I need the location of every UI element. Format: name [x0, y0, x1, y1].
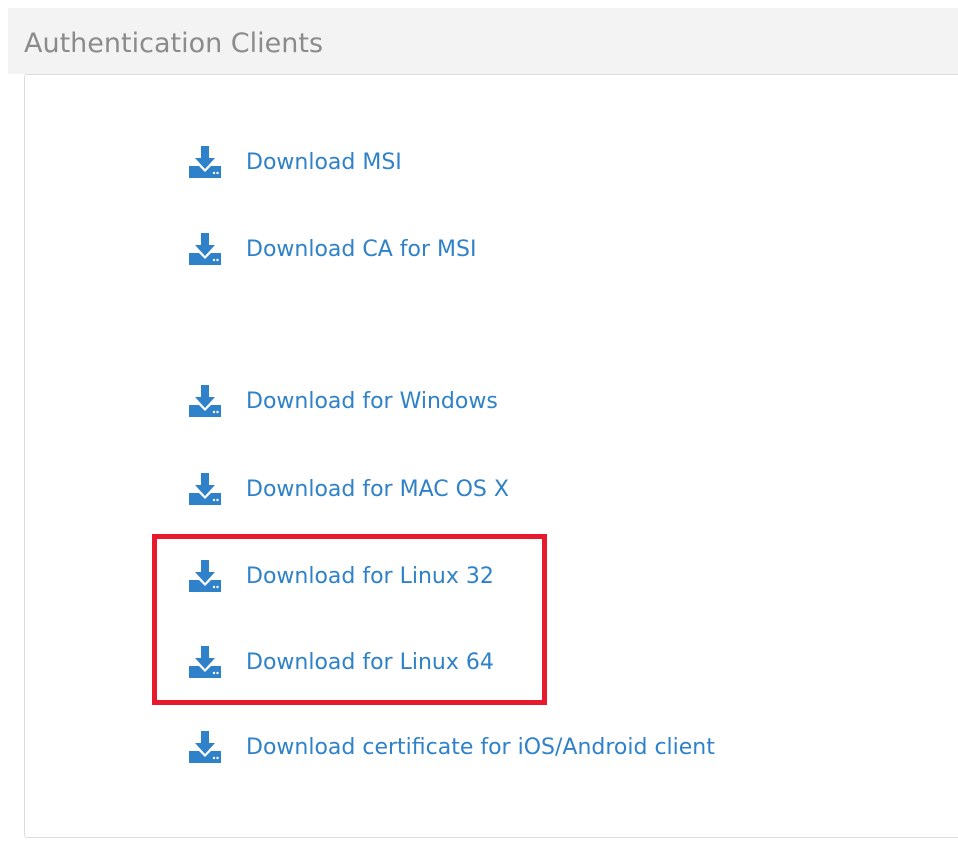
download-ca-for-msi-label: Download CA for MSI — [246, 236, 477, 262]
download-for-windows-label: Download for Windows — [246, 388, 498, 414]
download-icon — [188, 644, 226, 680]
download-icon — [188, 729, 226, 765]
download-icon — [188, 231, 226, 267]
download-for-linux-32-label: Download for Linux 32 — [246, 563, 494, 589]
download-for-linux-32-link[interactable]: Download for Linux 32 — [188, 558, 494, 594]
download-icon — [188, 471, 226, 507]
download-for-linux-64-link[interactable]: Download for Linux 64 — [188, 644, 494, 680]
download-icon — [188, 144, 226, 180]
download-for-mac-os-x-link[interactable]: Download for MAC OS X — [188, 471, 509, 507]
downloads-panel — [24, 74, 958, 838]
section-header: Authentication Clients — [8, 8, 958, 74]
authentication-clients-page: Authentication Clients Download MSI Down… — [0, 0, 958, 842]
download-ca-for-msi-link[interactable]: Download CA for MSI — [188, 231, 476, 267]
download-for-mac-os-x-label: Download for MAC OS X — [246, 476, 509, 502]
download-icon — [188, 383, 226, 419]
download-certificate-ios-android-label: Download certificate for iOS/Android cli… — [246, 734, 715, 760]
section-title: Authentication Clients — [24, 28, 324, 59]
download-msi-label: Download MSI — [246, 149, 402, 175]
download-msi-link[interactable]: Download MSI — [188, 144, 402, 180]
download-for-linux-64-label: Download for Linux 64 — [246, 649, 494, 675]
download-for-windows-link[interactable]: Download for Windows — [188, 383, 498, 419]
download-icon — [188, 558, 226, 594]
download-certificate-ios-android-link[interactable]: Download certificate for iOS/Android cli… — [188, 729, 715, 765]
